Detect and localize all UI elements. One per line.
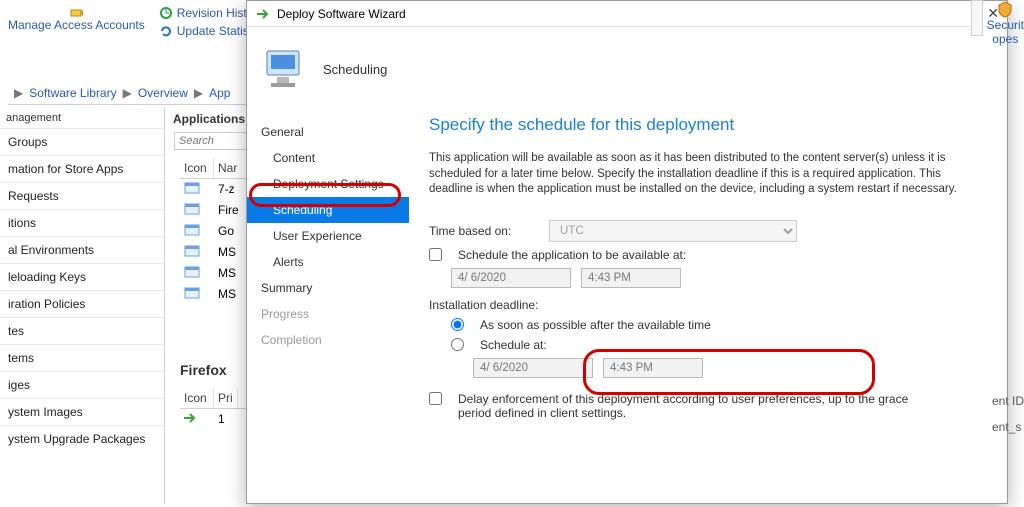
- time-based-label: Time based on:: [429, 224, 539, 238]
- main-toolbar: Manage Access Accounts Revision History …: [0, 0, 275, 44]
- security-icon: [996, 0, 1014, 18]
- available-time-input[interactable]: [581, 268, 681, 288]
- wiz-nav-summary[interactable]: Summary: [247, 275, 409, 301]
- left-nav: anagement Groupsmation for Store AppsReq…: [0, 108, 165, 504]
- col-icon[interactable]: Icon: [180, 158, 214, 178]
- col-ent-id[interactable]: ent ID: [992, 394, 1024, 408]
- left-nav-item[interactable]: ystem Upgrade Packages: [0, 425, 164, 452]
- left-nav-item[interactable]: Groups: [0, 128, 164, 155]
- breadcrumb-item[interactable]: Software Library: [29, 86, 116, 100]
- left-nav-item[interactable]: tes: [0, 317, 164, 344]
- wiz-nav-general[interactable]: General: [247, 119, 409, 145]
- arrow-right-icon: [184, 413, 200, 423]
- left-nav-item[interactable]: ystem Images: [0, 398, 164, 425]
- app-icon: [184, 203, 200, 215]
- wizard-banner-text: Scheduling: [323, 62, 387, 77]
- deadline-time-input[interactable]: [603, 358, 703, 378]
- wiz-nav-scheduling[interactable]: Scheduling: [247, 197, 409, 223]
- app-icon: [184, 182, 200, 194]
- col-icon[interactable]: Icon: [180, 388, 214, 408]
- left-nav-item[interactable]: itions: [0, 209, 164, 236]
- wizard-title-text: Deploy Software Wizard: [277, 7, 987, 21]
- app-icon: [184, 224, 200, 236]
- app-icon: [184, 287, 200, 299]
- app-icon: [184, 245, 200, 257]
- wiz-nav-deployment-settings[interactable]: Deployment Settings: [247, 171, 409, 197]
- chevron-right-icon: ▶: [14, 86, 23, 100]
- chevron-right-icon: ▶: [123, 86, 132, 100]
- schedule-available-checkbox[interactable]: [429, 248, 442, 261]
- left-nav-item[interactable]: mation for Store Apps: [0, 155, 164, 182]
- chevron-right-icon: ▶: [194, 86, 203, 100]
- deadline-date-input[interactable]: [473, 358, 593, 378]
- left-nav-item[interactable]: iges: [0, 371, 164, 398]
- deploy-icon: [255, 6, 271, 22]
- left-nav-item[interactable]: iration Policies: [0, 290, 164, 317]
- computer-icon: [261, 45, 309, 93]
- wiz-nav-content[interactable]: Content: [247, 145, 409, 171]
- left-nav-item[interactable]: tems: [0, 344, 164, 371]
- wiz-nav-alerts[interactable]: Alerts: [247, 249, 409, 275]
- scrollbar[interactable]: [971, 0, 983, 36]
- deadline-asap-radio[interactable]: [451, 318, 464, 331]
- col-priority[interactable]: Pri: [214, 388, 238, 408]
- breadcrumb-item[interactable]: Overview: [138, 86, 188, 100]
- cell-ent-user: ent_s: [992, 420, 1024, 434]
- wizard-content: Specify the schedule for this deployment…: [409, 111, 1007, 507]
- wizard-titlebar: Deploy Software Wizard ✕: [247, 1, 1007, 27]
- deploy-software-wizard: Deploy Software Wizard ✕ Scheduling Gene…: [246, 0, 1008, 504]
- breadcrumb-item[interactable]: App: [209, 86, 230, 100]
- delay-enforcement-checkbox[interactable]: [429, 392, 442, 405]
- detail-title: Firefox: [180, 362, 227, 378]
- content-description: This application will be available as so…: [429, 151, 987, 198]
- toolbar-manage-access[interactable]: Manage Access Accounts: [8, 4, 145, 40]
- content-heading: Specify the schedule for this deployment: [429, 115, 987, 135]
- left-nav-item[interactable]: Requests: [0, 182, 164, 209]
- toolbar-label: Manage Access Accounts: [8, 18, 145, 32]
- available-date-input[interactable]: [451, 268, 571, 288]
- wizard-banner: Scheduling: [247, 27, 1007, 111]
- deadline-asap-label: As soon as possible after the available …: [480, 318, 711, 332]
- deadline-schedule-label: Schedule at:: [480, 338, 547, 352]
- refresh-icon: [159, 24, 173, 38]
- left-nav-header: anagement: [0, 108, 164, 128]
- wiz-nav-user-experience[interactable]: User Experience: [247, 223, 409, 249]
- schedule-available-label: Schedule the application to be available…: [458, 248, 686, 262]
- install-deadline-label: Installation deadline:: [429, 298, 538, 312]
- delay-enforcement-label: Delay enforcement of this deployment acc…: [458, 392, 928, 420]
- time-based-select[interactable]: UTC: [549, 220, 797, 242]
- wiz-nav-progress: Progress: [247, 301, 409, 327]
- history-icon: [159, 6, 173, 20]
- wizard-nav: General Content Deployment Settings Sche…: [247, 111, 409, 507]
- wiz-nav-completion: Completion: [247, 327, 409, 353]
- breadcrumb: ▶ Software Library ▶ Overview ▶ App: [8, 82, 268, 105]
- left-nav-item[interactable]: al Environments: [0, 236, 164, 263]
- app-icon: [184, 266, 200, 278]
- left-nav-item[interactable]: leloading Keys: [0, 263, 164, 290]
- key-icon: [69, 4, 83, 18]
- deadline-schedule-radio[interactable]: [451, 338, 464, 351]
